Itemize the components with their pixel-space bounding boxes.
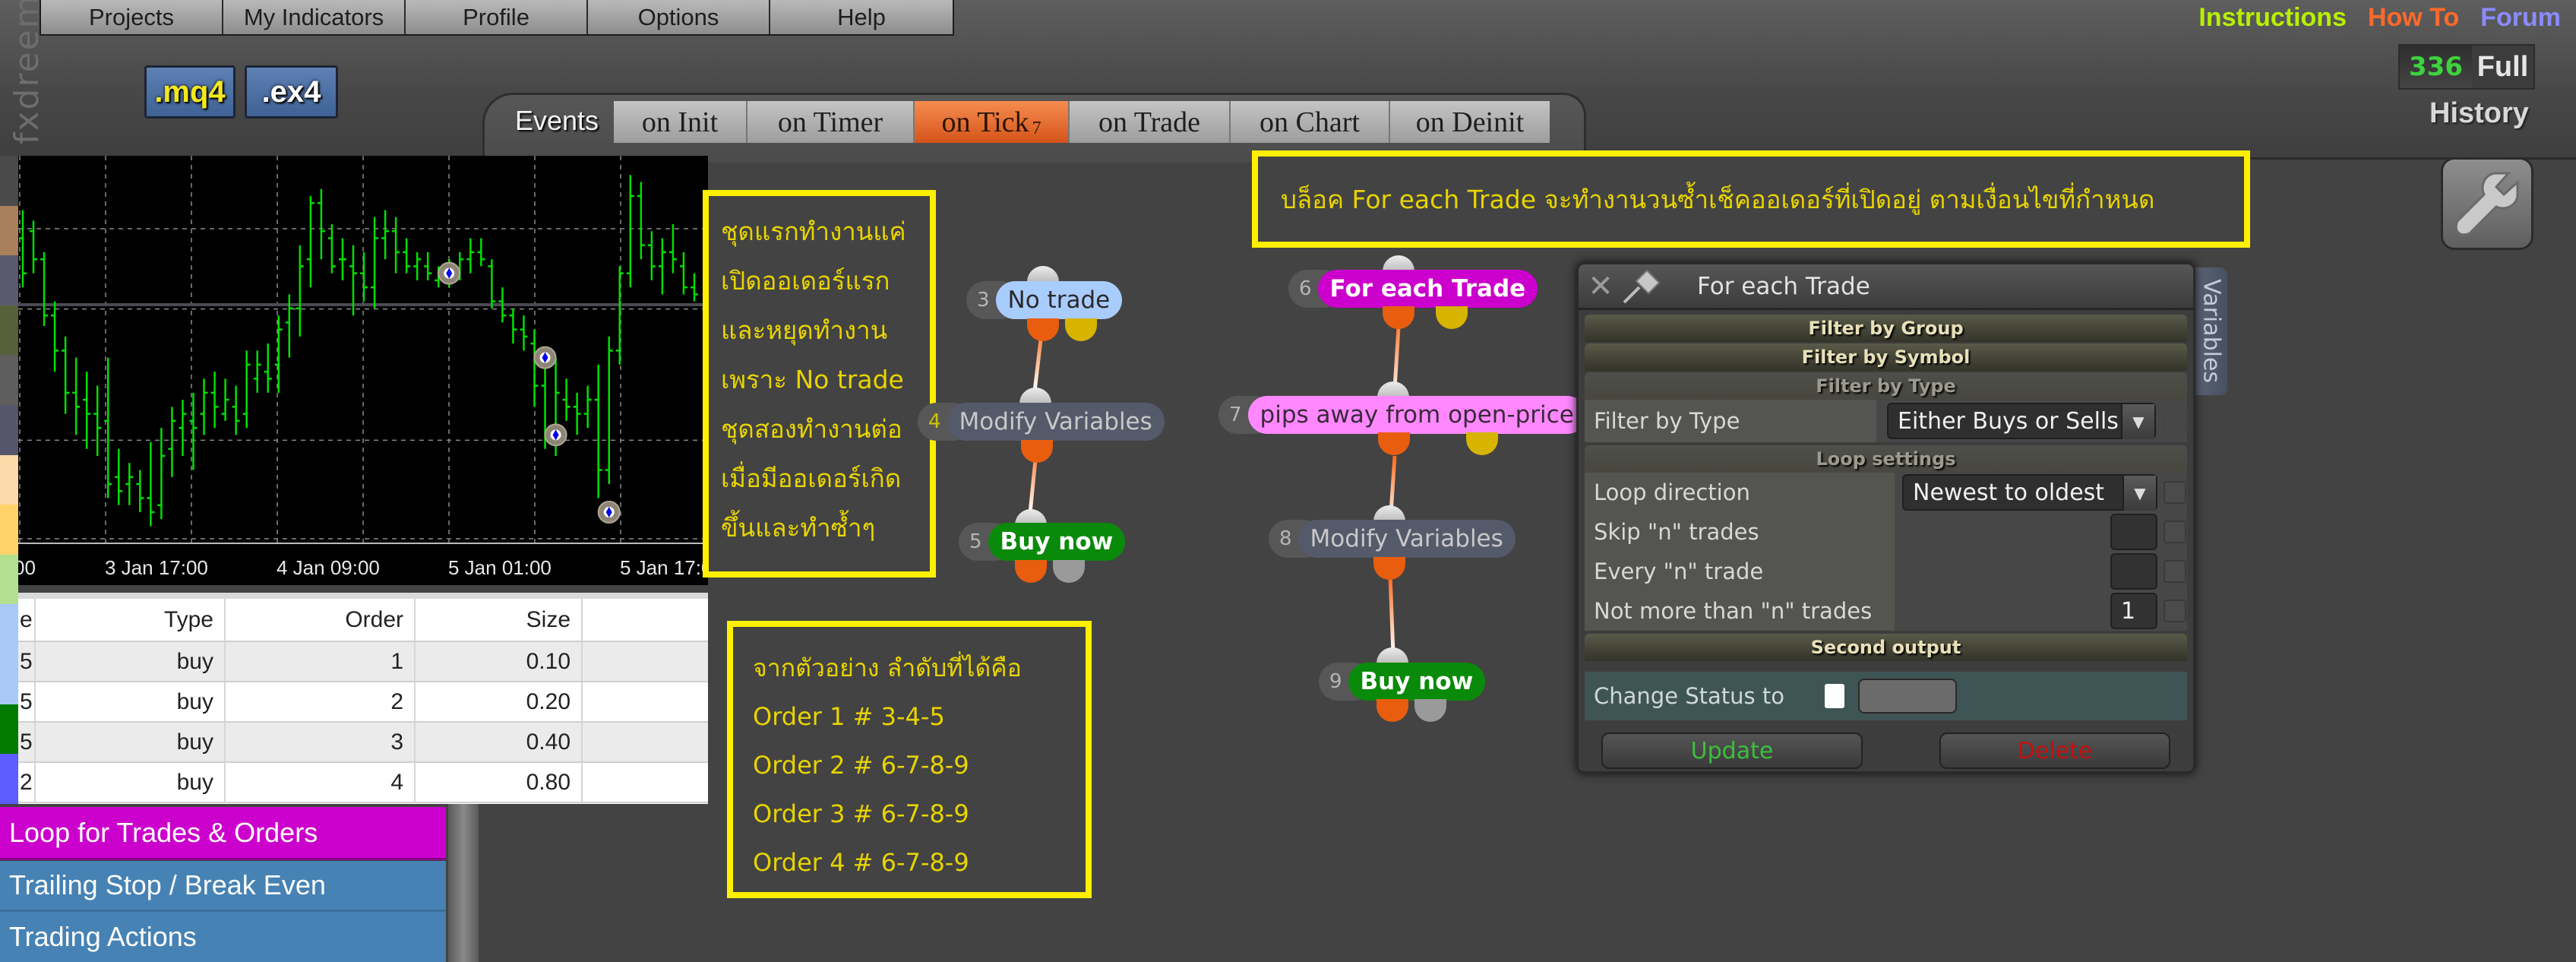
block-6-for-each-trade[interactable]: 6 For each Trade (1288, 270, 1538, 308)
panel-buttons: Update Delete (1601, 733, 2170, 769)
change-status-checkbox[interactable] (1825, 684, 1844, 708)
field-label: Filter by Type (1585, 400, 1876, 442)
field-label: Loop direction (1585, 473, 1895, 512)
block-4-modify-variables[interactable]: 4 Modify Variables (918, 403, 1165, 441)
section-filter-by-symbol[interactable]: Filter by Symbol (1585, 343, 2187, 371)
section-loop-settings[interactable]: Loop settings (1585, 445, 2187, 473)
skip-n-input[interactable] (2110, 514, 2157, 550)
section-filter-by-group[interactable]: Filter by Group (1585, 315, 2187, 342)
loop-direction-select[interactable]: Newest to oldest ▼ (1902, 474, 2157, 511)
block-label: Modify Variables (1297, 520, 1516, 558)
skip-n-checkbox[interactable] (2164, 521, 2186, 543)
panel-title-bar: ✕ For each Trade (1579, 264, 2193, 310)
filter-type-checkbox[interactable] (2164, 410, 2186, 432)
block-label: For each Trade (1317, 270, 1538, 308)
variables-tab[interactable]: Variables (2195, 267, 2227, 395)
field-row-skip-n: Skip "n" trades (1585, 512, 2187, 552)
block-label: pips away from open-price (1247, 396, 1586, 434)
change-status-color-picker[interactable] (1858, 679, 1957, 714)
block-label: No trade (995, 281, 1123, 319)
connector-8-9 (1388, 575, 1395, 654)
field-label: Change Status to (1594, 683, 1784, 709)
field-row-loop-direction: Loop direction Newest to oldest ▼ (1585, 473, 2187, 512)
field-row-not-more-than: Not more than "n" trades 1 (1585, 591, 2187, 631)
chevron-down-icon: ▼ (2122, 476, 2156, 511)
loop-direction-checkbox[interactable] (2164, 481, 2186, 504)
block-3-no-trade[interactable]: 3 No trade (966, 281, 1123, 319)
update-button[interactable]: Update (1601, 733, 1863, 769)
block-label: Buy now (1348, 663, 1486, 701)
field-row-filter-type: Filter by Type Either Buys or Sells ▼ (1585, 400, 2187, 442)
every-n-input[interactable] (2110, 553, 2157, 590)
filter-type-select[interactable]: Either Buys or Sells ▼ (1887, 403, 2156, 439)
block-5-buy-now[interactable]: 5 Buy now (959, 523, 1126, 561)
chevron-down-icon: ▼ (2121, 404, 2154, 439)
every-n-checkbox[interactable] (2164, 560, 2186, 583)
select-value: Newest to oldest (1913, 479, 2105, 506)
field-label: Every "n" trade (1585, 552, 1895, 591)
fxdreema-editor: fxdreema Projects My Indicators Profile … (0, 0, 2576, 962)
block-label: Buy now (988, 523, 1126, 561)
delete-button[interactable]: Delete (1939, 733, 2170, 769)
section-second-output[interactable]: Second output (1585, 634, 2187, 661)
field-label: Not more than "n" trades (1585, 591, 1895, 631)
field-row-change-status: Change Status to (1585, 672, 2187, 720)
block-label: Modify Variables (947, 403, 1165, 441)
section-filter-by-type[interactable]: Filter by Type (1585, 372, 2187, 400)
field-label: Skip "n" trades (1585, 512, 1895, 552)
not-more-than-input[interactable]: 1 (2110, 593, 2157, 629)
not-more-than-checkbox[interactable] (2164, 600, 2186, 622)
field-row-every-n: Every "n" trade (1585, 552, 2187, 591)
block-properties-panel: ✕ For each Trade Filter by Group Filter … (1576, 262, 2195, 774)
select-value: Either Buys or Sells (1898, 407, 2119, 435)
panel-title: For each Trade (1697, 272, 1870, 300)
block-8-modify-variables[interactable]: 8 Modify Variables (1269, 520, 1516, 558)
block-9-buy-now[interactable]: 9 Buy now (1319, 663, 1486, 701)
block-7-pips-away[interactable]: 7 pips away from open-price (1218, 396, 1586, 434)
close-icon[interactable]: ✕ (1582, 269, 1620, 304)
pin-icon[interactable] (1620, 267, 1662, 305)
